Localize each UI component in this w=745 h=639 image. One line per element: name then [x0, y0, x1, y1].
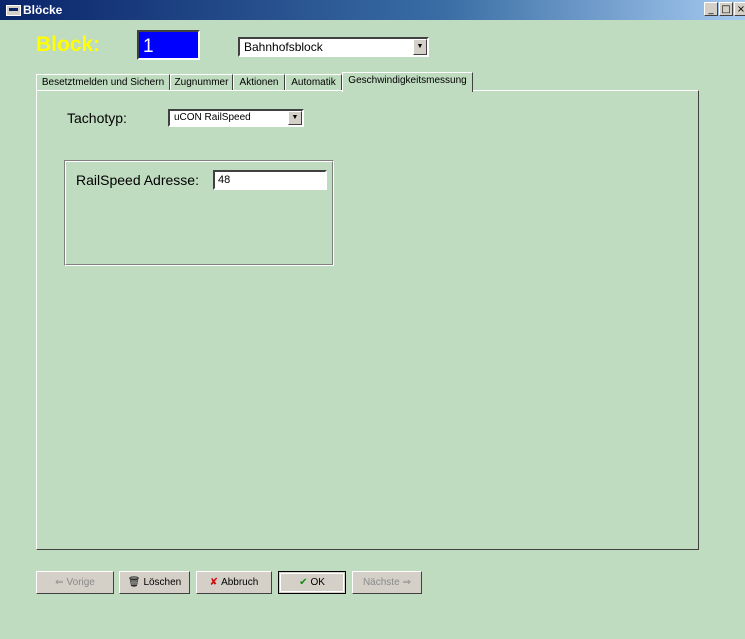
tab-geschwindigkeitsmessung[interactable]: Geschwindigkeitsmessung [342, 72, 473, 92]
tab-aktionen[interactable]: Aktionen [233, 74, 285, 90]
delete-button[interactable]: 🗑 Löschen [119, 571, 190, 594]
arrow-right-icon: ⇒ [402, 577, 412, 588]
chevron-down-icon[interactable]: ▼ [288, 111, 302, 125]
arrow-left-icon: ⇐ [55, 577, 64, 588]
close-button[interactable]: × [734, 2, 745, 16]
railspeed-address-input[interactable]: 48 [213, 170, 327, 190]
cancel-button[interactable]: ✘ Abbruch [196, 571, 272, 594]
tab-panel [36, 90, 699, 550]
prev-button[interactable]: ⇐ Vorige [36, 571, 114, 594]
block-number-field[interactable]: 1 [137, 30, 200, 60]
prev-button-label: Vorige [66, 577, 95, 588]
delete-button-label: Löschen [143, 577, 182, 588]
tab-zugnummer[interactable]: Zugnummer [170, 74, 233, 90]
ok-button[interactable]: ✔ OK [278, 571, 346, 594]
maximize-button[interactable]: □ [719, 2, 733, 16]
block-label: Block: [36, 33, 101, 56]
title-bar: Blöcke _ □ × [0, 0, 745, 20]
trash-icon: 🗑 [127, 577, 141, 588]
block-select[interactable]: Bahnhofsblock ▼ [238, 37, 429, 57]
check-icon: ✔ [299, 577, 308, 588]
chevron-down-icon[interactable]: ▼ [413, 39, 427, 55]
window-title: Blöcke [23, 3, 63, 17]
ok-button-label: OK [310, 577, 325, 588]
next-button-label: Nächste [362, 577, 400, 588]
x-icon: ✘ [209, 577, 219, 588]
cancel-button-label: Abbruch [221, 577, 259, 588]
tachotyp-select[interactable]: uCON RailSpeed ▼ [168, 109, 304, 127]
app-icon [6, 5, 21, 16]
tachotyp-value: uCON RailSpeed [174, 112, 251, 123]
next-button[interactable]: Nächste ⇒ [352, 571, 422, 594]
tab-automatik[interactable]: Automatik [285, 74, 342, 90]
minimize-button[interactable]: _ [704, 2, 718, 16]
block-select-value: Bahnhofsblock [244, 40, 323, 54]
tachotyp-label: Tachotyp: [67, 110, 127, 126]
tab-besetztmelden[interactable]: Besetztmelden und Sichern [36, 74, 170, 90]
railspeed-address-label: RailSpeed Adresse: [76, 172, 199, 188]
